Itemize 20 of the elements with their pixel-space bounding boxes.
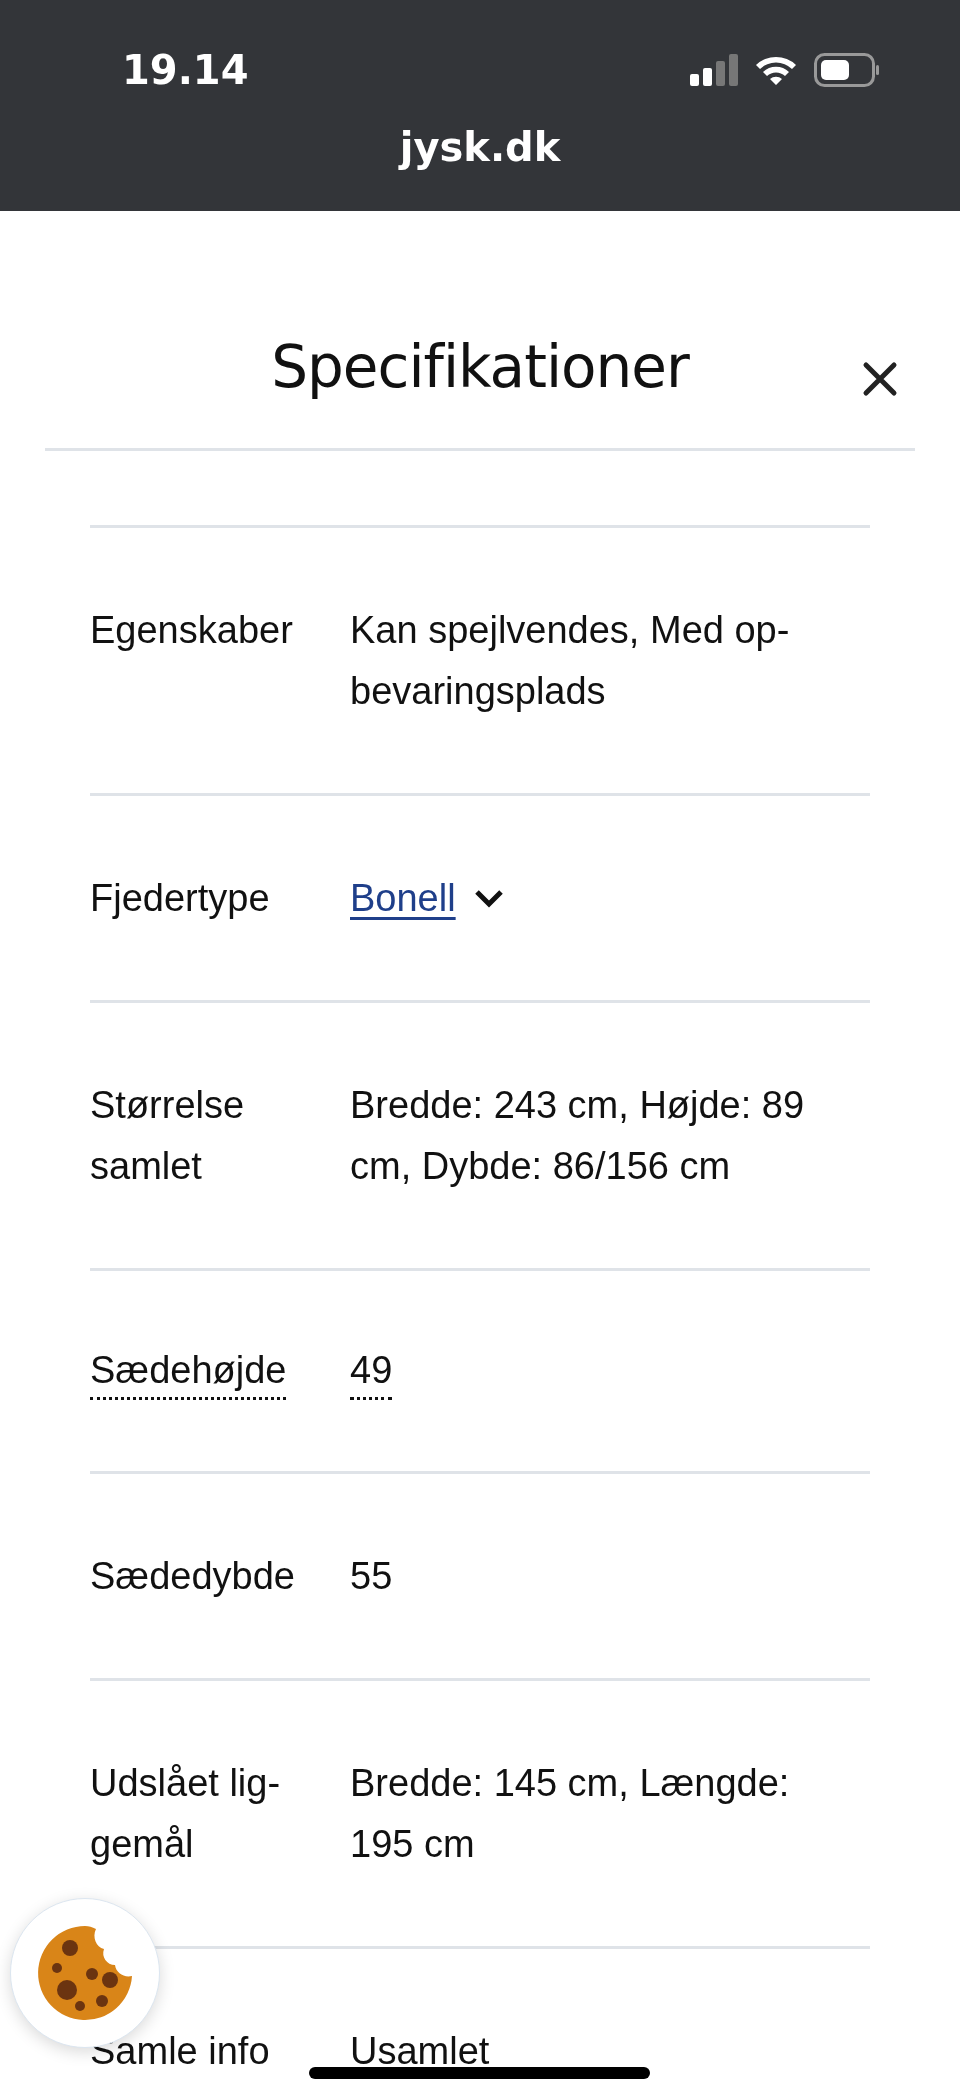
spec-value: Kan spejlvendes, Med op- bevaringsplads (350, 608, 790, 714)
spec-value: 55 (350, 1554, 393, 1599)
status-time: 19.14 (122, 47, 249, 93)
spec-value: Bredde: 243 cm, Højde: 89 cm, Dybde: 86/156 cm (350, 1083, 805, 1189)
spec-link[interactable]: Bonell (350, 868, 456, 929)
url-text[interactable]: jysk.dk (399, 124, 561, 170)
spec-label: Udslået lig- gemål (90, 1761, 281, 1867)
chevron-down-icon[interactable] (473, 888, 504, 909)
dialog-title: Specifikationer (271, 332, 689, 401)
spec-label: Størrelse samlet (90, 1083, 245, 1189)
spec-value: Usamlet (350, 2029, 490, 2074)
spec-label: Sædedybde (90, 1554, 295, 1599)
battery-icon (814, 53, 880, 87)
spec-label: Sædehøjde (90, 1343, 287, 1400)
signal-icon (690, 54, 738, 86)
spec-value: 49 (350, 1343, 393, 1400)
spec-value: Bredde: 145 cm, Længde: 195 cm (350, 1761, 790, 1867)
spec-label: Fjedertype (90, 876, 270, 921)
wifi-icon (754, 54, 798, 86)
spec-label: Egenskaber (90, 608, 293, 653)
